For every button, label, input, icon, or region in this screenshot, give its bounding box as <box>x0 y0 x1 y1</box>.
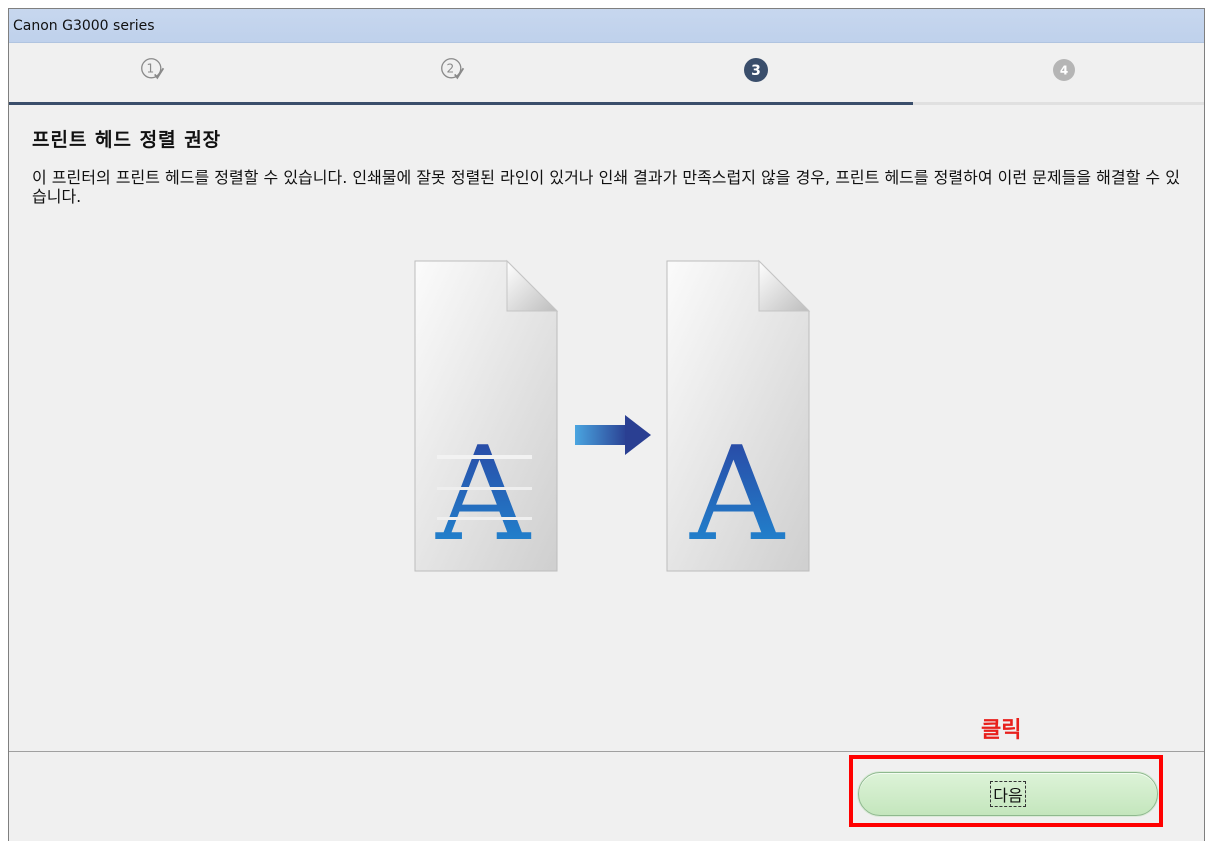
footer-divider <box>9 751 1204 752</box>
step-3-current-icon: 3 <box>743 57 769 83</box>
step-1-number: 1 <box>147 62 155 76</box>
arrow-right-icon <box>575 415 651 455</box>
page-description: 이 프린터의 프린트 헤드를 정렬할 수 있습니다. 인쇄물에 잘못 정렬된 라… <box>32 168 1180 206</box>
misaligned-page-icon: A <box>414 259 559 572</box>
main-content: 프린트 헤드 정렬 권장 이 프린터의 프린트 헤드를 정렬할 수 있습니다. … <box>9 105 1204 206</box>
step-1-done-icon: 1 <box>140 57 166 83</box>
head-alignment-illustration: A A <box>397 255 817 585</box>
step-indicator: 1 2 3 4 <box>9 43 1204 105</box>
misaligned-letter: A <box>435 418 532 570</box>
next-button-label: 다음 <box>990 781 1026 807</box>
page-heading: 프린트 헤드 정렬 권장 <box>32 129 222 151</box>
step-3-number: 3 <box>751 63 761 79</box>
installer-window: Canon G3000 series 1 2 3 4 프린트 헤드 정렬 권장 … <box>8 8 1205 841</box>
step-2-done-icon: 2 <box>440 57 466 83</box>
step-progress-bar <box>9 102 913 105</box>
next-button[interactable]: 다음 <box>858 772 1158 816</box>
window-title: Canon G3000 series <box>13 17 155 34</box>
step-2-number: 2 <box>447 62 455 76</box>
click-annotation: 클릭 <box>981 718 1022 743</box>
title-bar: Canon G3000 series <box>9 9 1204 43</box>
aligned-letter: A <box>689 418 786 570</box>
aligned-page-icon: A <box>666 259 811 572</box>
step-4-pending-icon: 4 <box>1051 57 1077 83</box>
step-4-number: 4 <box>1060 64 1068 78</box>
